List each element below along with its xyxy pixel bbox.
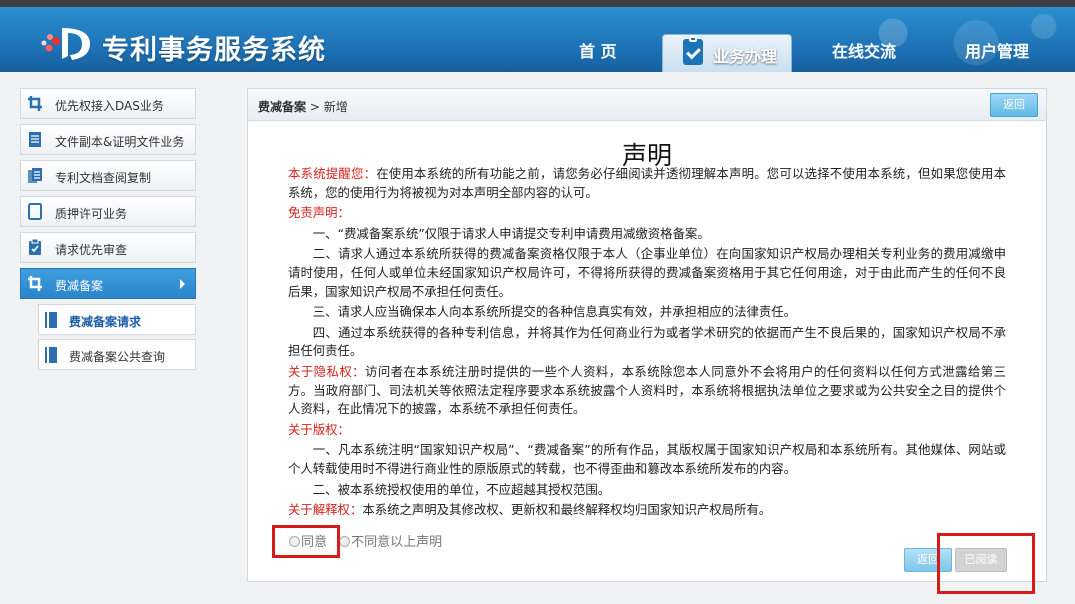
- disclaimer-label: 免责声明：: [288, 205, 350, 221]
- breadcrumb-section[interactable]: 费减备案: [258, 100, 306, 114]
- sidebar-item-label: 优先权接入DAS业务: [55, 99, 164, 113]
- nav-online-chat[interactable]: 在线交流: [832, 38, 896, 62]
- radio-circle-icon: [339, 536, 351, 547]
- top-strip: [0, 0, 1075, 7]
- tablet-icon: [28, 203, 42, 220]
- interpretation-text: 本系统之声明及其修改权、更新权和最终解释权均归国家知识产权局所有。: [362, 502, 772, 518]
- sidebar-item-doc-copy[interactable]: 专利文档查阅复制: [20, 160, 196, 191]
- privacy-text: 访问者在本系统注册时提供的一些个人资料，本系统除您本人同意外不会将用户的任何资料…: [288, 363, 1007, 417]
- disagree-radio[interactable]: 不同意以上声明: [339, 531, 442, 550]
- sidebar-item-fee-reduction[interactable]: 费减备案: [20, 268, 196, 299]
- clipboard-icon: [29, 239, 41, 255]
- sidebar-item-label: 文件副本&证明文件业务: [55, 135, 185, 149]
- nav-home[interactable]: 首 页: [579, 38, 617, 62]
- logo-icon: [41, 28, 90, 60]
- statement-content: 本系统提醒您：在使用本系统的所有功能之前，请您务必仔细阅读并透彻理解本声明。您可…: [288, 165, 1006, 522]
- copyright-item-1: 一、凡本系统注明“国家知识产权局”、“费减备案”的所有作品，其版权属于国家知识产…: [288, 442, 1006, 476]
- document-icon: [29, 132, 41, 147]
- sidebar-item-label: 专利文档查阅复制: [55, 171, 152, 185]
- sidebar-item-pledge-license[interactable]: 质押许可业务: [20, 196, 196, 227]
- sidebar-subitem-fee-public-query[interactable]: 费减备案公共查询: [38, 339, 196, 370]
- nav-business[interactable]: 业务办理: [662, 34, 792, 72]
- sidebar-item-label: 费减备案: [55, 279, 104, 293]
- crop-icon: [28, 276, 42, 291]
- nav-user-management[interactable]: 用户管理: [965, 38, 1029, 62]
- chevron-right-icon: [180, 279, 185, 289]
- sidebar-item-label: 请求优先审查: [55, 243, 128, 257]
- clipboard-check-icon: [683, 36, 703, 65]
- breadcrumb: 费减备案 > 新增 返回: [248, 89, 1046, 121]
- sidebar-item-label: 质押许可业务: [55, 207, 128, 221]
- interpretation-label: 关于解释权：: [288, 502, 363, 518]
- sidebar-subitem-label: 费减备案请求: [69, 315, 142, 329]
- breadcrumb-page: 新增: [323, 100, 348, 114]
- reminder-label: 本系统提醒您：: [288, 166, 377, 181]
- disclaimer-item-2: 二、请求人通过本系统所获得的费减备案资格仅限于本人（企事业单位）在向国家知识产权…: [288, 246, 1006, 299]
- sidebar-subitem-fee-request[interactable]: 费减备案请求: [38, 304, 196, 335]
- documents-icon: [28, 168, 42, 183]
- disagree-label: 不同意以上声明: [351, 535, 443, 550]
- copyright-label: 关于版权：: [288, 421, 350, 437]
- book-icon: [45, 347, 57, 363]
- book-icon: [45, 312, 57, 328]
- sidebar-item-priority-das[interactable]: 优先权接入DAS业务: [20, 88, 196, 119]
- sidebar-item-file-copy[interactable]: 文件副本&证明文件业务: [20, 124, 196, 155]
- disclaimer-item-3: 三、请求人应当确保本人向本系统所提交的各种信息真实有效，并承担相应的法律责任。: [312, 304, 797, 320]
- disclaimer-item-1: 一、“费减备案系统”仅限于请求人申请提交专利申请费用减缴资格备案。: [312, 225, 710, 241]
- disclaimer-item-4: 四、通过本系统获得的各种专利信息，并将其作为任何商业行为或者学术研究的依据而产生…: [288, 324, 1006, 359]
- reminder-text: 在使用本系统的所有功能之前，请您务必仔细阅读并透彻理解本声明。您可以选择不使用本…: [288, 166, 1007, 200]
- highlight-box-read: [937, 533, 1035, 594]
- app-title: 专利事务服务系统: [102, 35, 326, 66]
- sidebar: 优先权接入DAS业务 文件副本&证明文件业务 专利文档查阅复制 质押许可业务 请…: [20, 88, 196, 374]
- main-panel: 费减备案 > 新增 返回 声明 本系统提醒您：在使用本系统的所有功能之前，请您务…: [247, 88, 1047, 582]
- back-button-top[interactable]: 返回: [990, 93, 1038, 117]
- breadcrumb-separator: >: [309, 100, 320, 114]
- copyright-item-2: 二、被本系统授权使用的单位，不应超越其授权范围。: [312, 481, 611, 497]
- sidebar-item-priority-exam[interactable]: 请求优先审查: [20, 232, 196, 263]
- app-header: 专利事务服务系统: [0, 7, 1075, 72]
- privacy-label: 关于隐私权：: [288, 363, 365, 379]
- highlight-box-agree: [272, 525, 340, 558]
- sidebar-subitem-label: 费减备案公共查询: [69, 350, 166, 364]
- crop-icon: [28, 96, 42, 111]
- nav-business-label: 业务办理: [713, 47, 778, 66]
